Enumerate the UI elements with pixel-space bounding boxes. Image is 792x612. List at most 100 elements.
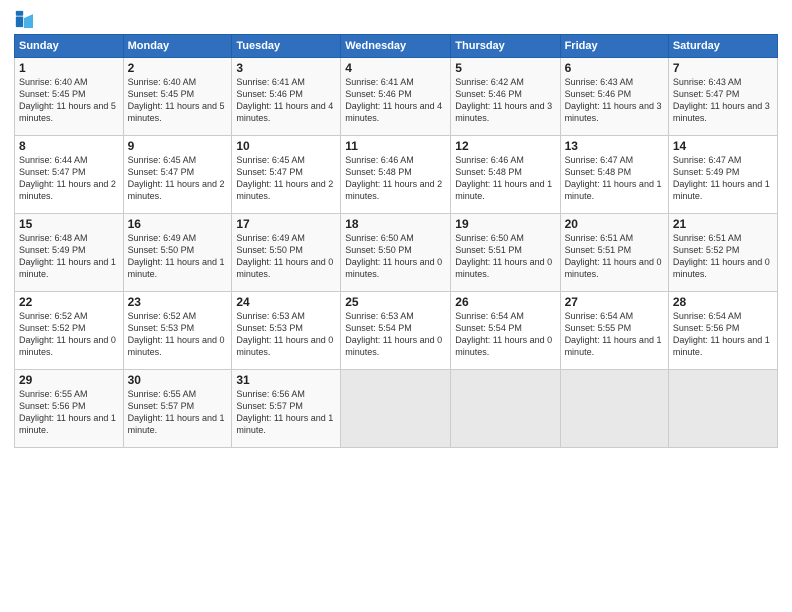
day-number: 2	[128, 61, 228, 75]
logo	[14, 10, 35, 28]
day-number: 6	[565, 61, 664, 75]
day-detail: Sunrise: 6:55 AMSunset: 5:57 PMDaylight:…	[128, 389, 225, 435]
day-number: 19	[455, 217, 555, 231]
day-number: 18	[345, 217, 446, 231]
calendar-cell: 31 Sunrise: 6:56 AMSunset: 5:57 PMDaylig…	[232, 370, 341, 448]
calendar-cell: 12 Sunrise: 6:46 AMSunset: 5:48 PMDaylig…	[451, 136, 560, 214]
weekday-header-tuesday: Tuesday	[232, 35, 341, 58]
calendar-cell: 5 Sunrise: 6:42 AMSunset: 5:46 PMDayligh…	[451, 58, 560, 136]
logo-icon	[15, 10, 33, 28]
calendar-cell: 30 Sunrise: 6:55 AMSunset: 5:57 PMDaylig…	[123, 370, 232, 448]
calendar-cell: 6 Sunrise: 6:43 AMSunset: 5:46 PMDayligh…	[560, 58, 668, 136]
calendar-cell: 15 Sunrise: 6:48 AMSunset: 5:49 PMDaylig…	[15, 214, 124, 292]
day-number: 23	[128, 295, 228, 309]
day-detail: Sunrise: 6:50 AMSunset: 5:51 PMDaylight:…	[455, 233, 552, 279]
calendar-cell: 7 Sunrise: 6:43 AMSunset: 5:47 PMDayligh…	[668, 58, 777, 136]
calendar-cell: 13 Sunrise: 6:47 AMSunset: 5:48 PMDaylig…	[560, 136, 668, 214]
calendar-cell: 21 Sunrise: 6:51 AMSunset: 5:52 PMDaylig…	[668, 214, 777, 292]
day-detail: Sunrise: 6:43 AMSunset: 5:47 PMDaylight:…	[673, 77, 770, 123]
calendar-table: SundayMondayTuesdayWednesdayThursdayFrid…	[14, 34, 778, 448]
day-detail: Sunrise: 6:53 AMSunset: 5:54 PMDaylight:…	[345, 311, 442, 357]
day-number: 28	[673, 295, 773, 309]
day-number: 17	[236, 217, 336, 231]
day-number: 5	[455, 61, 555, 75]
calendar-cell: 3 Sunrise: 6:41 AMSunset: 5:46 PMDayligh…	[232, 58, 341, 136]
day-detail: Sunrise: 6:41 AMSunset: 5:46 PMDaylight:…	[236, 77, 333, 123]
day-detail: Sunrise: 6:54 AMSunset: 5:56 PMDaylight:…	[673, 311, 770, 357]
calendar-cell: 10 Sunrise: 6:45 AMSunset: 5:47 PMDaylig…	[232, 136, 341, 214]
day-number: 25	[345, 295, 446, 309]
calendar-cell: 18 Sunrise: 6:50 AMSunset: 5:50 PMDaylig…	[341, 214, 451, 292]
calendar-cell: 9 Sunrise: 6:45 AMSunset: 5:47 PMDayligh…	[123, 136, 232, 214]
calendar-cell: 1 Sunrise: 6:40 AMSunset: 5:45 PMDayligh…	[15, 58, 124, 136]
day-number: 1	[19, 61, 119, 75]
calendar-cell: 25 Sunrise: 6:53 AMSunset: 5:54 PMDaylig…	[341, 292, 451, 370]
day-detail: Sunrise: 6:48 AMSunset: 5:49 PMDaylight:…	[19, 233, 116, 279]
calendar-cell: 26 Sunrise: 6:54 AMSunset: 5:54 PMDaylig…	[451, 292, 560, 370]
day-detail: Sunrise: 6:44 AMSunset: 5:47 PMDaylight:…	[19, 155, 116, 201]
calendar-cell: 27 Sunrise: 6:54 AMSunset: 5:55 PMDaylig…	[560, 292, 668, 370]
day-detail: Sunrise: 6:51 AMSunset: 5:52 PMDaylight:…	[673, 233, 770, 279]
day-detail: Sunrise: 6:54 AMSunset: 5:55 PMDaylight:…	[565, 311, 662, 357]
weekday-header-thursday: Thursday	[451, 35, 560, 58]
weekday-header-friday: Friday	[560, 35, 668, 58]
day-number: 12	[455, 139, 555, 153]
calendar-cell: 24 Sunrise: 6:53 AMSunset: 5:53 PMDaylig…	[232, 292, 341, 370]
day-number: 4	[345, 61, 446, 75]
day-number: 7	[673, 61, 773, 75]
calendar-cell: 8 Sunrise: 6:44 AMSunset: 5:47 PMDayligh…	[15, 136, 124, 214]
day-detail: Sunrise: 6:52 AMSunset: 5:52 PMDaylight:…	[19, 311, 116, 357]
day-number: 21	[673, 217, 773, 231]
weekday-header-sunday: Sunday	[15, 35, 124, 58]
day-detail: Sunrise: 6:49 AMSunset: 5:50 PMDaylight:…	[236, 233, 333, 279]
day-number: 31	[236, 373, 336, 387]
day-number: 30	[128, 373, 228, 387]
calendar-cell: 2 Sunrise: 6:40 AMSunset: 5:45 PMDayligh…	[123, 58, 232, 136]
calendar-cell: 22 Sunrise: 6:52 AMSunset: 5:52 PMDaylig…	[15, 292, 124, 370]
calendar-cell	[560, 370, 668, 448]
day-detail: Sunrise: 6:52 AMSunset: 5:53 PMDaylight:…	[128, 311, 225, 357]
day-number: 16	[128, 217, 228, 231]
calendar-cell: 11 Sunrise: 6:46 AMSunset: 5:48 PMDaylig…	[341, 136, 451, 214]
calendar-cell: 19 Sunrise: 6:50 AMSunset: 5:51 PMDaylig…	[451, 214, 560, 292]
day-number: 26	[455, 295, 555, 309]
day-detail: Sunrise: 6:45 AMSunset: 5:47 PMDaylight:…	[236, 155, 333, 201]
day-number: 14	[673, 139, 773, 153]
weekday-header-monday: Monday	[123, 35, 232, 58]
day-detail: Sunrise: 6:40 AMSunset: 5:45 PMDaylight:…	[128, 77, 225, 123]
day-detail: Sunrise: 6:42 AMSunset: 5:46 PMDaylight:…	[455, 77, 552, 123]
calendar-cell	[451, 370, 560, 448]
day-detail: Sunrise: 6:53 AMSunset: 5:53 PMDaylight:…	[236, 311, 333, 357]
day-detail: Sunrise: 6:56 AMSunset: 5:57 PMDaylight:…	[236, 389, 333, 435]
day-detail: Sunrise: 6:45 AMSunset: 5:47 PMDaylight:…	[128, 155, 225, 201]
day-number: 27	[565, 295, 664, 309]
calendar-cell: 16 Sunrise: 6:49 AMSunset: 5:50 PMDaylig…	[123, 214, 232, 292]
day-number: 11	[345, 139, 446, 153]
day-number: 8	[19, 139, 119, 153]
day-number: 10	[236, 139, 336, 153]
weekday-header-wednesday: Wednesday	[341, 35, 451, 58]
day-detail: Sunrise: 6:51 AMSunset: 5:51 PMDaylight:…	[565, 233, 662, 279]
day-detail: Sunrise: 6:50 AMSunset: 5:50 PMDaylight:…	[345, 233, 442, 279]
calendar-cell: 4 Sunrise: 6:41 AMSunset: 5:46 PMDayligh…	[341, 58, 451, 136]
day-detail: Sunrise: 6:49 AMSunset: 5:50 PMDaylight:…	[128, 233, 225, 279]
calendar-cell: 17 Sunrise: 6:49 AMSunset: 5:50 PMDaylig…	[232, 214, 341, 292]
day-detail: Sunrise: 6:55 AMSunset: 5:56 PMDaylight:…	[19, 389, 116, 435]
day-detail: Sunrise: 6:46 AMSunset: 5:48 PMDaylight:…	[345, 155, 442, 201]
calendar-cell	[341, 370, 451, 448]
day-detail: Sunrise: 6:54 AMSunset: 5:54 PMDaylight:…	[455, 311, 552, 357]
day-number: 29	[19, 373, 119, 387]
day-number: 3	[236, 61, 336, 75]
calendar-cell: 14 Sunrise: 6:47 AMSunset: 5:49 PMDaylig…	[668, 136, 777, 214]
day-number: 9	[128, 139, 228, 153]
day-number: 15	[19, 217, 119, 231]
day-detail: Sunrise: 6:46 AMSunset: 5:48 PMDaylight:…	[455, 155, 552, 201]
day-detail: Sunrise: 6:41 AMSunset: 5:46 PMDaylight:…	[345, 77, 442, 123]
day-number: 22	[19, 295, 119, 309]
weekday-header-saturday: Saturday	[668, 35, 777, 58]
day-detail: Sunrise: 6:43 AMSunset: 5:46 PMDaylight:…	[565, 77, 662, 123]
day-number: 24	[236, 295, 336, 309]
day-number: 20	[565, 217, 664, 231]
calendar-cell: 20 Sunrise: 6:51 AMSunset: 5:51 PMDaylig…	[560, 214, 668, 292]
calendar-cell: 23 Sunrise: 6:52 AMSunset: 5:53 PMDaylig…	[123, 292, 232, 370]
